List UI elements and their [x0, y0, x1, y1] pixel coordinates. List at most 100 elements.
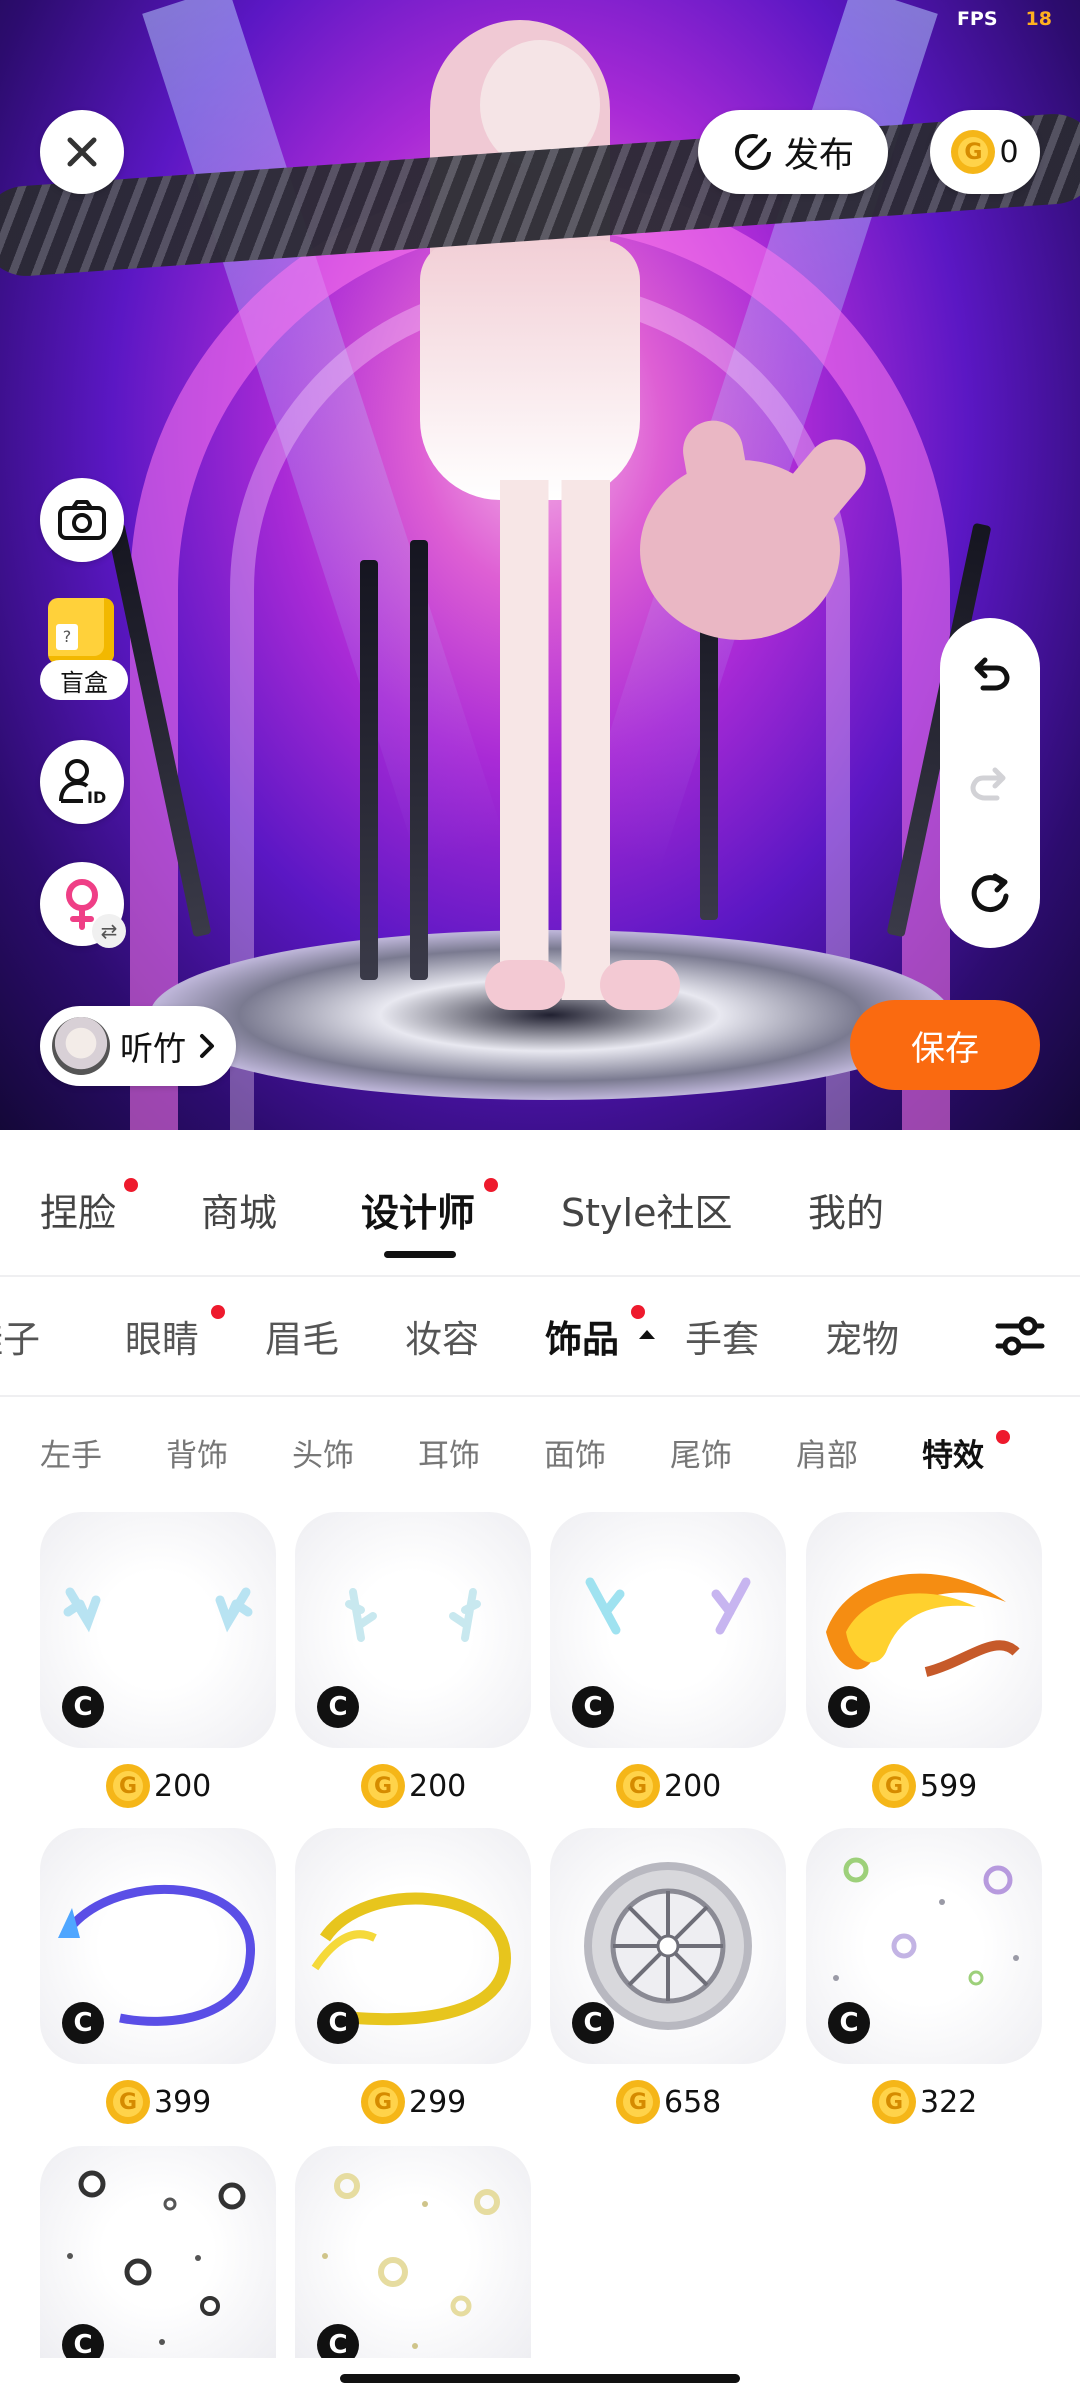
tab-category-makeup[interactable]: 妆容: [405, 1309, 479, 1363]
camera-icon: [58, 500, 106, 540]
tab-style-community[interactable]: Style社区: [561, 1182, 732, 1237]
item-price: G 399: [106, 2076, 211, 2128]
publish-label: 发布: [783, 135, 854, 176]
avatar: [52, 1017, 110, 1075]
profile-name: 听竹: [120, 1029, 186, 1068]
coin-icon: G: [106, 1764, 150, 1808]
item-price: G 200: [361, 1760, 466, 1812]
avatar-id-button[interactable]: ID: [40, 740, 124, 824]
item-price: G 658: [616, 2076, 721, 2128]
item-card[interactable]: C: [40, 2146, 276, 2358]
item-price: G 200: [616, 1760, 721, 1812]
avatar-shoe: [600, 960, 680, 1010]
item-price: G 599: [872, 1760, 977, 1812]
item-card[interactable]: C: [295, 2146, 531, 2358]
notification-dot: [124, 1178, 138, 1192]
caret-up-icon: [639, 1330, 655, 1339]
creator-badge-icon: C: [62, 1686, 104, 1728]
coin-icon: G: [872, 1764, 916, 1808]
item-price: G 200: [106, 1760, 211, 1812]
bunny-plush: [640, 460, 840, 640]
tab-category-gloves[interactable]: 手套: [685, 1309, 759, 1363]
category-tab-bar: 鞋子 眼睛 眉毛 妆容 饰品 手套 宠物: [0, 1277, 1080, 1395]
coin-icon: G: [616, 2080, 660, 2124]
item-card[interactable]: C: [40, 1512, 276, 1748]
item-card[interactable]: C: [40, 1828, 276, 2064]
item-card[interactable]: C: [806, 1512, 1042, 1748]
notification-dot: [211, 1305, 225, 1319]
tab-sub-head[interactable]: 头饰: [292, 1430, 354, 1475]
svg-text:ID: ID: [87, 788, 106, 807]
item-card[interactable]: C: [295, 1512, 531, 1748]
notification-dot: [996, 1430, 1010, 1444]
gender-switch-button[interactable]: ⇄: [40, 862, 126, 948]
blind-box-label: 盲盒: [40, 660, 128, 700]
close-button[interactable]: [40, 110, 124, 194]
blind-box-icon: ?: [48, 598, 114, 664]
active-tab-indicator: [384, 1251, 456, 1258]
home-indicator[interactable]: [340, 2374, 740, 2383]
tab-sub-face[interactable]: 面饰: [544, 1430, 606, 1475]
coin-balance-button[interactable]: G 0: [930, 110, 1040, 194]
creator-badge-icon: C: [62, 2002, 104, 2044]
coin-icon: G: [361, 1764, 405, 1808]
avatar-legs: [500, 480, 610, 1000]
undo-icon[interactable]: [967, 650, 1013, 696]
coin-balance-value: 0: [999, 134, 1019, 170]
chevron-right-icon: [200, 1034, 214, 1058]
creator-badge-icon: C: [572, 1686, 614, 1728]
item-card[interactable]: C: [550, 1828, 786, 2064]
camera-button[interactable]: [40, 478, 124, 562]
tab-sub-effects[interactable]: 特效: [922, 1430, 984, 1475]
filter-button[interactable]: [960, 1277, 1080, 1395]
avatar-dress: [420, 240, 640, 500]
tab-category-pets[interactable]: 宠物: [825, 1309, 899, 1363]
subcategory-tab-bar: 左手 背饰 头饰 耳饰 面饰 尾饰 肩部 特效: [0, 1400, 1080, 1500]
notification-dot: [631, 1305, 645, 1319]
tab-shop[interactable]: 商城: [201, 1182, 277, 1237]
reset-icon[interactable]: [967, 870, 1013, 916]
fps-label: FPS: [956, 8, 998, 30]
coin-icon: G: [361, 2080, 405, 2124]
tab-mine[interactable]: 我的: [808, 1182, 884, 1237]
item-card[interactable]: C: [295, 1828, 531, 2064]
blind-box-button[interactable]: ? 盲盒: [38, 598, 130, 706]
redo-icon[interactable]: [967, 760, 1013, 806]
item-price: G 299: [361, 2076, 466, 2128]
creator-badge-icon: C: [317, 1686, 359, 1728]
notification-dot: [484, 1178, 498, 1192]
creator-badge-icon: C: [317, 2002, 359, 2044]
tab-sub-tail[interactable]: 尾饰: [670, 1430, 732, 1475]
edit-history-panel: [940, 618, 1040, 948]
publish-icon: [734, 134, 771, 170]
tab-category-accessories[interactable]: 饰品: [545, 1309, 619, 1363]
tab-sub-left-hand[interactable]: 左手: [40, 1430, 102, 1475]
creator-badge-icon: C: [62, 2324, 104, 2358]
item-card[interactable]: C: [550, 1512, 786, 1748]
tab-category-eyebrows[interactable]: 眉毛: [265, 1309, 339, 1363]
fps-counter: FPS 18: [957, 8, 1052, 30]
save-button[interactable]: 保存: [850, 1000, 1040, 1090]
user-id-icon: ID: [59, 759, 106, 807]
tab-category-shoes[interactable]: 鞋子: [0, 1309, 40, 1363]
filter-sliders-icon: [995, 1316, 1045, 1356]
sword-decoration: [410, 540, 428, 980]
tab-sub-back[interactable]: 背饰: [166, 1430, 228, 1475]
tab-sub-ear[interactable]: 耳饰: [418, 1430, 480, 1475]
creator-badge-icon: C: [828, 1686, 870, 1728]
tab-sub-shoulder[interactable]: 肩部: [796, 1430, 858, 1475]
fps-value: 18: [1025, 8, 1052, 30]
profile-chip[interactable]: 听竹: [40, 1006, 236, 1086]
divider: [0, 1395, 1080, 1397]
avatar-preview-scene[interactable]: [0, 0, 1080, 1130]
sword-decoration: [360, 560, 378, 980]
swap-icon: ⇄: [92, 914, 126, 948]
tab-designer[interactable]: 设计师: [361, 1182, 475, 1237]
main-tab-bar: 捏脸 商城 设计师 Style社区 我的: [0, 1130, 1080, 1275]
coin-icon: G: [872, 2080, 916, 2124]
item-card[interactable]: C: [806, 1828, 1042, 2064]
publish-button[interactable]: 发布: [698, 110, 888, 194]
creator-badge-icon: C: [572, 2002, 614, 2044]
tab-face[interactable]: 捏脸: [40, 1182, 116, 1237]
tab-category-eyes[interactable]: 眼睛: [125, 1309, 199, 1363]
